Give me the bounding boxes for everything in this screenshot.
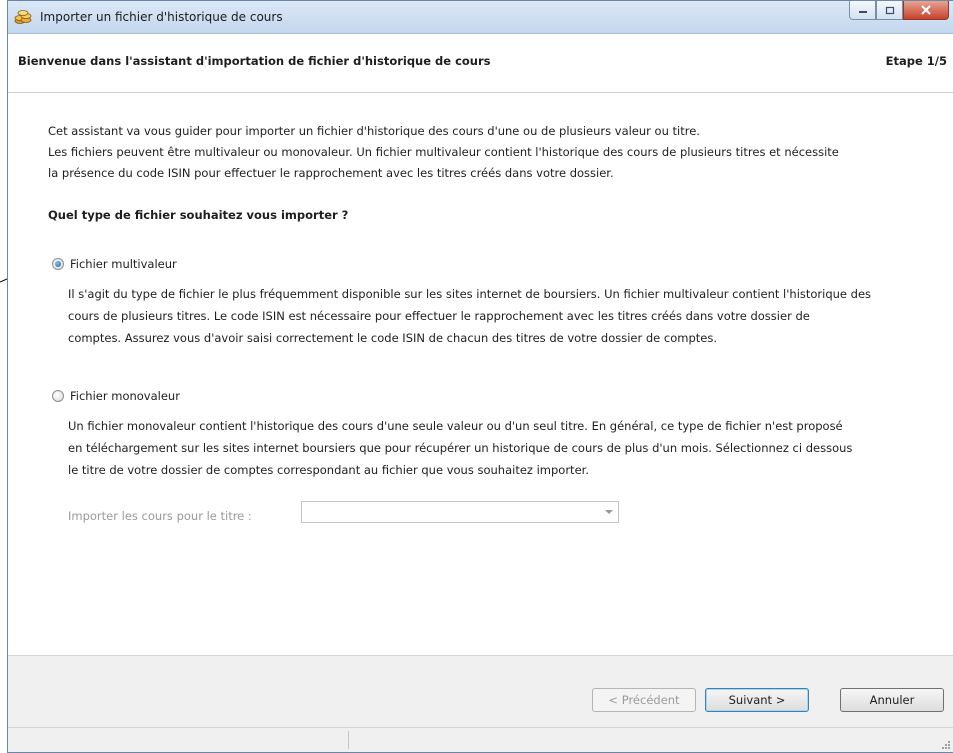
status-bar (8, 727, 953, 752)
close-button[interactable] (903, 1, 949, 20)
coins-icon (14, 10, 32, 24)
title-bar[interactable]: Importer un fichier d'historique de cour… (8, 1, 953, 34)
intro-line-1: Cet assistant va vous guider pour import… (48, 124, 700, 138)
previous-button[interactable]: < Précédent (592, 688, 696, 712)
status-separator (348, 731, 349, 749)
intro-line-2: Les fichiers peuvent être multivaleur ou… (48, 145, 839, 159)
mono-desc-1: Un fichier monovaleur contient l'histori… (68, 419, 843, 433)
maximize-icon (885, 6, 894, 14)
wizard-content: Cet assistant va vous guider pour import… (8, 93, 953, 655)
window-title: Importer un fichier d'historique de cour… (40, 10, 283, 24)
cancel-button[interactable]: Annuler (840, 688, 944, 712)
mono-desc-3: le titre de votre dossier de comptes cor… (68, 463, 589, 477)
radio-multivaleur[interactable]: Fichier multivaleur (52, 257, 177, 271)
window-controls (849, 1, 949, 21)
multi-desc-1: Il s'agit du type de fichier le plus fré… (68, 287, 872, 301)
radio-checked-icon[interactable] (52, 258, 64, 270)
radio-monovaleur-label[interactable]: Fichier monovaleur (70, 389, 180, 403)
wizard-title: Bienvenue dans l'assistant d'importation… (18, 54, 491, 68)
title-select-dropdown[interactable] (301, 501, 619, 523)
next-button[interactable]: Suivant > (705, 688, 809, 712)
radio-unchecked-icon[interactable] (52, 390, 64, 402)
multi-desc-2: cours de plusieurs titres. Le code ISIN … (68, 309, 810, 323)
chevron-down-icon[interactable] (605, 510, 613, 514)
wizard-header: Bienvenue dans l'assistant d'importation… (8, 34, 953, 93)
question-heading: Quel type de fichier souhaitez vous impo… (48, 208, 349, 222)
intro-line-3: la présence du code ISIN pour effectuer … (48, 166, 614, 180)
wizard-step: Etape 1/5 (885, 54, 947, 68)
radio-multivaleur-label[interactable]: Fichier multivaleur (70, 257, 177, 271)
resize-grip-icon[interactable] (941, 740, 951, 750)
close-icon (921, 5, 931, 15)
minimize-button[interactable] (849, 1, 876, 20)
radio-monovaleur[interactable]: Fichier monovaleur (52, 389, 180, 403)
multi-desc-3: comptes. Assurez vous d'avoir saisi corr… (68, 331, 717, 345)
footer-divider (8, 655, 953, 656)
minimize-icon (858, 11, 867, 13)
mono-desc-2: en téléchargement sur les sites internet… (68, 441, 853, 455)
import-wizard-window: Importer un fichier d'historique de cour… (7, 0, 953, 753)
title-select-label: Importer les cours pour le titre : (68, 509, 252, 523)
maximize-button[interactable] (876, 1, 903, 20)
